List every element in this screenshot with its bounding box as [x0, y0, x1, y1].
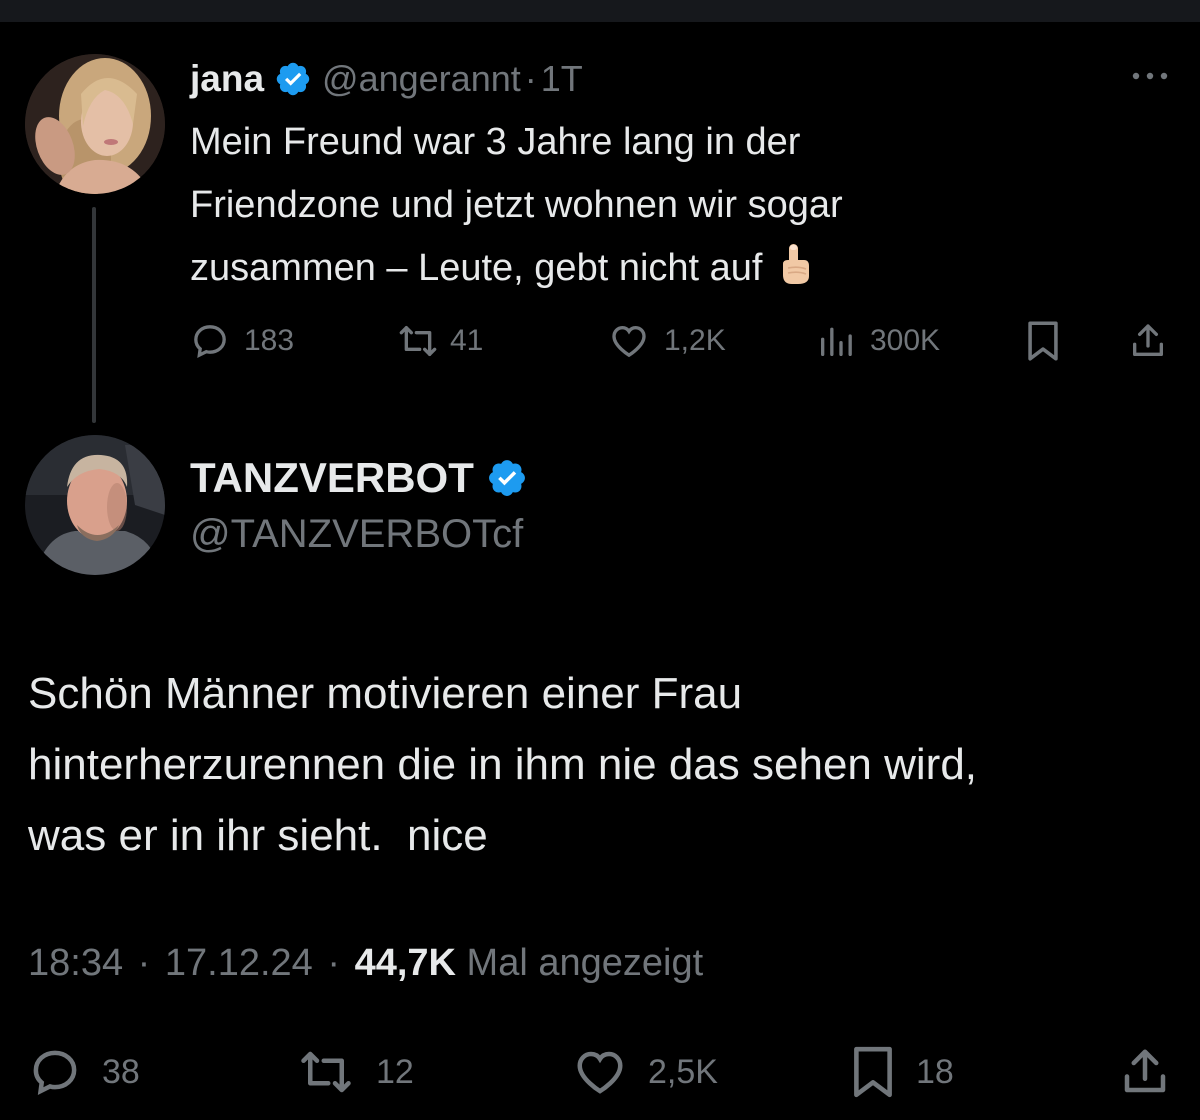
views-button[interactable]: 300K [816, 316, 940, 366]
views-icon [816, 321, 856, 361]
main-tweet-header: TANZVERBOT [190, 452, 538, 504]
parent-text-line-last: zusammen – Leute, gebt nicht auf [190, 237, 1050, 300]
parent-tweet-age[interactable]: 1T [541, 58, 583, 100]
reply-icon [190, 321, 230, 361]
main-text-line: hinterherzurennen die in ihm nie das seh… [28, 740, 978, 789]
verified-badge-icon [274, 60, 312, 98]
share-icon [1128, 321, 1168, 361]
views-count: 44,7K [354, 942, 456, 984]
parent-display-name[interactable]: jana [190, 58, 264, 100]
tweet-time[interactable]: 18:34 [28, 942, 123, 984]
share-button[interactable] [1118, 1044, 1172, 1100]
repost-button[interactable]: 41 [396, 316, 483, 366]
avatar-jana[interactable] [25, 54, 165, 194]
bookmark-button[interactable] [1024, 316, 1062, 366]
like-button[interactable]: 1,2K [608, 316, 726, 366]
main-text-line: Schön Männer motivieren einer Frau [28, 669, 743, 718]
avatar-tanzverbot-photo [25, 435, 165, 575]
parent-text-line: zusammen – Leute, gebt nicht auf [190, 247, 763, 289]
thread-connector-line [92, 207, 96, 423]
parent-text-line: Friendzone und jetzt wohnen wir sogar [190, 184, 843, 226]
main-display-name[interactable]: TANZVERBOT [190, 454, 474, 502]
repost-icon [296, 1045, 356, 1099]
like-button[interactable]: 2,5K [572, 1044, 718, 1100]
status-bar [0, 0, 1200, 22]
parent-tweet-header: jana @angerannt · 1T [190, 56, 583, 102]
pointing-up-finger-emoji [774, 242, 814, 286]
views-label: Mal angezeigt [466, 942, 704, 984]
repost-count: 41 [450, 324, 484, 357]
tweet-date[interactable]: 17.12.24 [165, 942, 313, 984]
main-handle[interactable]: @TANZVERBOTcf [190, 512, 523, 557]
repost-button[interactable]: 12 [296, 1044, 414, 1100]
reply-button[interactable]: 38 [28, 1044, 140, 1100]
parent-handle[interactable]: @angerannt [322, 58, 521, 100]
reply-icon [28, 1045, 82, 1099]
parent-text-line: Mein Freund war 3 Jahre lang in der [190, 121, 801, 163]
bookmark-button[interactable]: 18 [850, 1044, 954, 1100]
dot-separator: · [524, 58, 537, 99]
like-icon [608, 321, 650, 361]
tweet-meta-line: 18:34 · 17.12.24 · 44,7K Mal angezeigt [28, 942, 703, 985]
bookmark-icon [1024, 320, 1062, 362]
bookmark-count: 18 [916, 1052, 954, 1091]
verified-badge-icon [486, 457, 528, 499]
bookmark-icon [850, 1045, 896, 1099]
reply-button[interactable]: 183 [190, 316, 294, 366]
avatar-tanzverbot[interactable] [25, 435, 165, 575]
parent-tweet-text: Mein Freund war 3 Jahre lang in der Frie… [190, 111, 1050, 300]
dot-separator: · [137, 942, 151, 984]
reply-count: 38 [102, 1052, 140, 1091]
like-count: 1,2K [664, 324, 726, 357]
dot-separator: · [327, 942, 341, 984]
like-icon [572, 1045, 628, 1099]
repost-count: 12 [376, 1052, 414, 1091]
like-count: 2,5K [648, 1052, 718, 1091]
repost-icon [396, 321, 440, 361]
reply-count: 183 [244, 324, 295, 357]
more-icon[interactable] [1128, 66, 1172, 86]
views-count: 300K [870, 324, 941, 357]
share-button[interactable] [1128, 316, 1168, 366]
share-icon [1118, 1045, 1172, 1099]
avatar-jana-photo [25, 54, 165, 194]
main-tweet-text: Schön Männer motivieren einer Frau hinte… [28, 658, 1178, 871]
main-text-line: was er in ihr sieht. nice [28, 811, 488, 860]
